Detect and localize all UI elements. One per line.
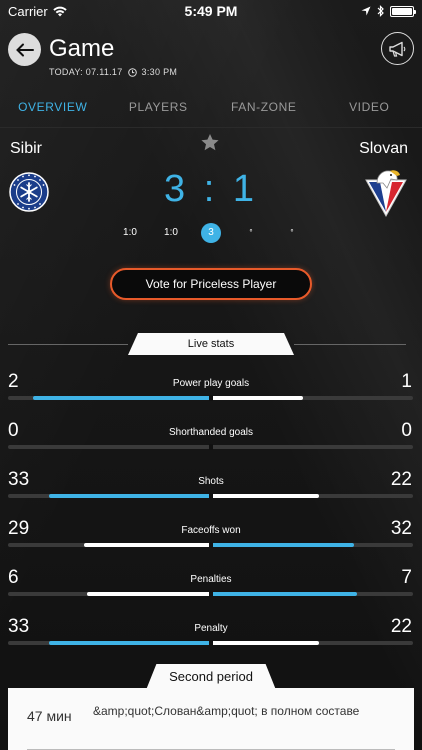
period-score-4: ° [249,228,253,237]
megaphone-button[interactable] [381,32,414,65]
status-bar: Carrier 5:49 PM [0,0,422,22]
game-datetime: TODAY: 07.11.17 3:30 PM [49,67,177,77]
stat-bar-away [211,543,354,547]
timeline-event[interactable]: 47 мин &amp;quot;Слован&amp;quot; в полн… [8,688,414,750]
stat-label: Penalty [194,623,228,634]
period-score-2: 1:0 [164,227,178,238]
stat-bar-divider [209,640,213,646]
tab-overview[interactable]: OVERVIEW [0,92,106,127]
stat-away-value: 1 [401,371,412,392]
arrow-left-icon [15,43,34,56]
stat-label: Shots [198,476,224,487]
stat-bar-divider [209,444,213,450]
stat-row: 29 Faceoffs won 32 [0,518,422,558]
stat-label: Faceoffs won [181,525,241,536]
slovan-logo-icon [365,170,407,218]
status-left: Carrier [8,4,67,19]
stat-bar-home [84,543,211,547]
stat-away-value: 32 [390,518,412,539]
stat-bar-divider [209,395,213,401]
back-button[interactable] [8,33,41,66]
stat-away-value: 22 [390,616,412,637]
stat-row: 0 Shorthanded goals 0 [0,420,422,460]
period-header: Second period [0,664,422,690]
stat-bar-away [211,396,303,400]
stat-label: Power play goals [172,378,250,389]
stat-away-value: 0 [401,420,412,441]
carrier-label: Carrier [8,3,48,19]
live-stats-header: Live stats [0,333,422,355]
stat-row: 33 Shots 22 [0,469,422,509]
stat-label: Penalties [190,574,232,585]
page-title: Game [49,35,115,62]
stat-bar-away [211,592,357,596]
period-score-5: ° [290,228,294,237]
bluetooth-icon [377,5,384,17]
period-score-3: 3 [201,223,221,243]
stat-bar-divider [209,493,213,499]
wifi-icon [53,6,67,16]
event-time: 47 мин [27,708,72,724]
stat-row: 33 Penalty 22 [0,616,422,656]
battery-icon [390,5,416,17]
event-text: &amp;quot;Слован&amp;quot; в полном сост… [93,704,360,718]
period-score-1: 1:0 [123,227,137,238]
status-right [361,5,416,17]
game-date: TODAY: 07.11.17 [49,67,123,77]
stat-bar-divider [209,591,213,597]
away-team-name: Slovan [359,140,408,157]
megaphone-icon [388,41,405,57]
home-team-name: Sibir [10,140,43,157]
tab-players[interactable]: PLAYERS [106,92,212,127]
live-stats-title: Live stats [128,333,294,355]
stat-bar-home [49,494,211,498]
stat-bar-away [211,494,319,498]
stat-bar-away [211,641,319,645]
stat-row: 2 Power play goals 1 [0,371,422,411]
tab-fan-zone[interactable]: FAN-ZONE [211,92,317,127]
period-scores: 1:0 1:0 3 ° ° [0,222,422,246]
header: Game TODAY: 07.11.17 3:30 PM [0,30,422,82]
divider-left [8,344,128,345]
period-title: Second period [146,664,276,690]
favorite-star-icon[interactable] [200,133,220,152]
stat-row: 6 Penalties 7 [0,567,422,607]
vote-priceless-player-button[interactable]: Vote for Priceless Player [110,268,312,300]
stat-bar-home [33,396,211,400]
location-arrow-icon [361,6,371,16]
stat-bar-home [87,592,211,596]
stat-away-value: 7 [401,567,412,588]
stat-bar-divider [209,542,213,548]
tab-bar: OVERVIEW PLAYERS FAN-ZONE VIDEO [0,92,422,128]
game-time: 3:30 PM [141,67,178,77]
stat-away-value: 22 [390,469,412,490]
stat-label: Shorthanded goals [169,427,253,438]
divider-right [294,344,406,345]
clock-icon [127,67,137,77]
match-score: 3 : 1 [164,168,258,210]
stat-bar-home [49,641,211,645]
tab-video[interactable]: VIDEO [317,92,422,127]
